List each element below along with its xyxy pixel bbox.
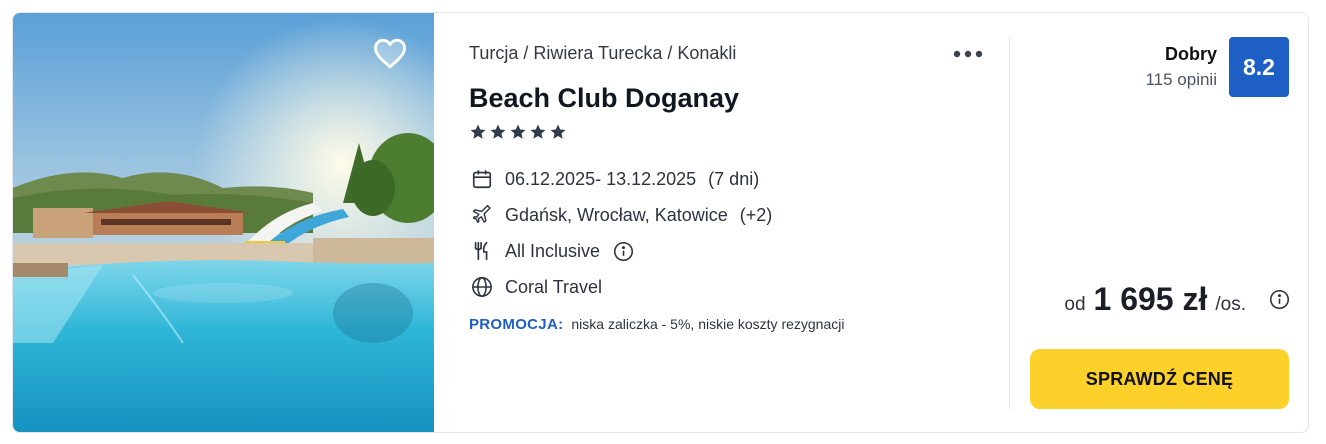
promo-row: PROMOCJA: niska zaliczka - 5%, niskie ko…	[469, 316, 844, 333]
plane-icon	[469, 202, 495, 228]
heart-icon	[372, 37, 408, 69]
more-options-button[interactable]	[951, 43, 985, 65]
offer-card[interactable]: Turcja / Riwiera Turecka / Konakli Beach…	[12, 12, 1309, 433]
promo-label: PROMOCJA:	[469, 316, 564, 333]
cutlery-icon	[469, 238, 495, 264]
departures-text: Gdańsk, Wrocław, Katowice	[505, 204, 728, 225]
info-icon[interactable]	[612, 240, 634, 262]
divider	[1009, 37, 1010, 409]
more-dots-icon	[953, 45, 983, 63]
departures-row: Gdańsk, Wrocław, Katowice (+2)	[469, 202, 772, 228]
promo-text: niska zaliczka - 5%, niskie koszty rezyg…	[571, 316, 845, 332]
star-icon	[509, 123, 527, 141]
breadcrumb[interactable]: Turcja / Riwiera Turecka / Konakli	[469, 43, 736, 64]
check-price-button[interactable]: SPRAWDŹ CENĘ	[1030, 349, 1289, 409]
calendar-icon	[469, 166, 495, 192]
price-per-person: /os.	[1215, 294, 1246, 315]
board-row: All Inclusive	[469, 238, 634, 264]
star-icon	[529, 123, 547, 141]
star-icon	[469, 123, 487, 141]
board-text: All Inclusive	[505, 240, 601, 261]
star-icon	[549, 123, 567, 141]
offer-info: Turcja / Riwiera Turecka / Konakli Beach…	[469, 13, 1009, 432]
price-amount: 1 695 zł	[1093, 281, 1208, 317]
favorite-button[interactable]	[370, 35, 410, 71]
hotel-name[interactable]: Beach Club Doganay	[469, 83, 739, 114]
departures-extra[interactable]: (+2)	[740, 205, 773, 226]
price-row: od 1 695 zł /os.	[1064, 281, 1290, 318]
hotel-pool-image	[13, 13, 434, 432]
dates-text: 06.12.2025- 13.12.2025	[505, 168, 697, 189]
rating-word: Dobry	[1164, 44, 1217, 64]
star-icon	[489, 123, 507, 141]
operator-text: Coral Travel	[505, 276, 603, 297]
rating-badge: 8.2	[1229, 37, 1289, 97]
globe-icon	[469, 274, 495, 300]
hotel-stars	[469, 123, 567, 141]
price-from: od	[1064, 294, 1086, 315]
duration-text: (7 dni)	[708, 168, 760, 189]
operator-row: Coral Travel	[469, 274, 602, 300]
hotel-photo[interactable]	[13, 13, 434, 432]
dates-row: 06.12.2025- 13.12.2025 (7 dni)	[469, 166, 759, 192]
price-info-icon[interactable]	[1268, 289, 1290, 311]
rating-reviews[interactable]: 115 opinii	[1145, 70, 1217, 90]
